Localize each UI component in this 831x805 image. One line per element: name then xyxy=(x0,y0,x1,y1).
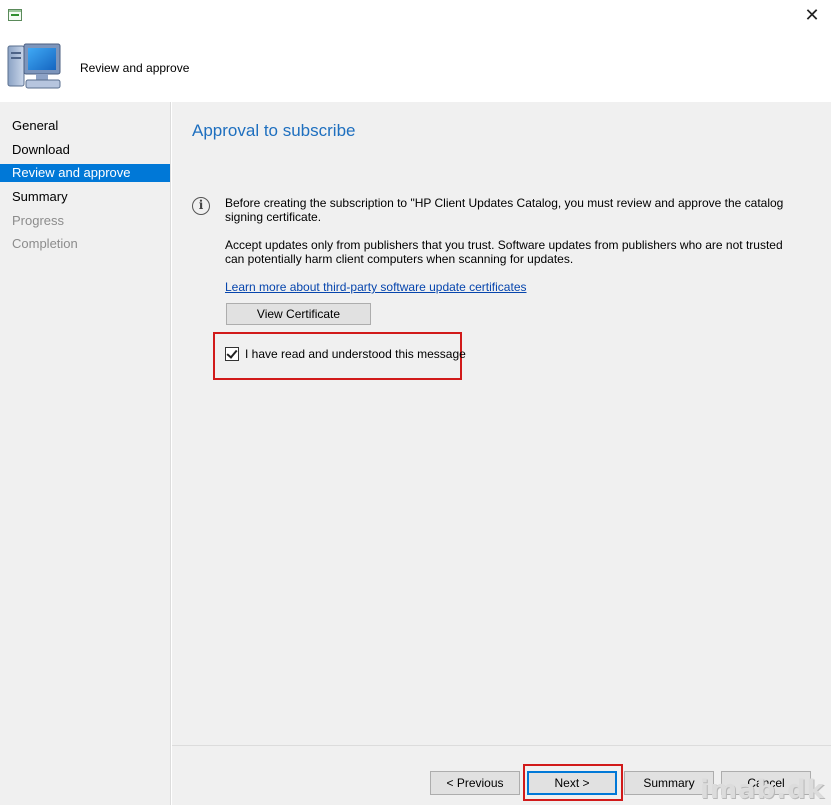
nav-item-review-and-approve[interactable]: Review and approve xyxy=(0,164,170,182)
trust-warning-message: Accept updates only from publishers that… xyxy=(225,238,783,266)
wizard-window: ✕ Review and approve General Download Re… xyxy=(0,0,831,805)
wizard-navigation: General Download Review and approve Summ… xyxy=(0,102,171,805)
info-icon: i xyxy=(192,197,210,215)
watermark: imab.dk xyxy=(700,775,825,805)
wizard-header: Review and approve xyxy=(0,30,831,102)
page-title: Approval to subscribe xyxy=(192,121,356,140)
computer-monitor-icon xyxy=(7,43,61,89)
nav-item-general[interactable]: General xyxy=(0,117,170,135)
learn-more-link[interactable]: Learn more about third-party software up… xyxy=(225,280,527,294)
acknowledge-checkbox-label[interactable]: I have read and understood this message xyxy=(245,347,466,361)
close-icon: ✕ xyxy=(804,5,820,25)
close-button[interactable]: ✕ xyxy=(799,2,825,28)
certificate-review-message: Before creating the subscription to "HP … xyxy=(225,196,784,224)
title-bar: ✕ xyxy=(0,0,831,30)
app-icon xyxy=(8,9,22,21)
previous-button[interactable]: < Previous xyxy=(430,771,520,795)
wizard-content: Approval to subscribe i Before creating … xyxy=(172,102,831,745)
nav-item-progress: Progress xyxy=(12,213,65,228)
nav-item-summary[interactable]: Summary xyxy=(0,188,170,206)
next-button[interactable]: Next > xyxy=(527,771,617,795)
nav-item-download[interactable]: Download xyxy=(0,141,170,159)
acknowledge-checkbox[interactable] xyxy=(225,347,239,361)
view-certificate-button[interactable]: View Certificate xyxy=(226,303,371,325)
wizard-step-heading: Review and approve xyxy=(80,61,190,75)
nav-item-completion: Completion xyxy=(12,236,78,251)
